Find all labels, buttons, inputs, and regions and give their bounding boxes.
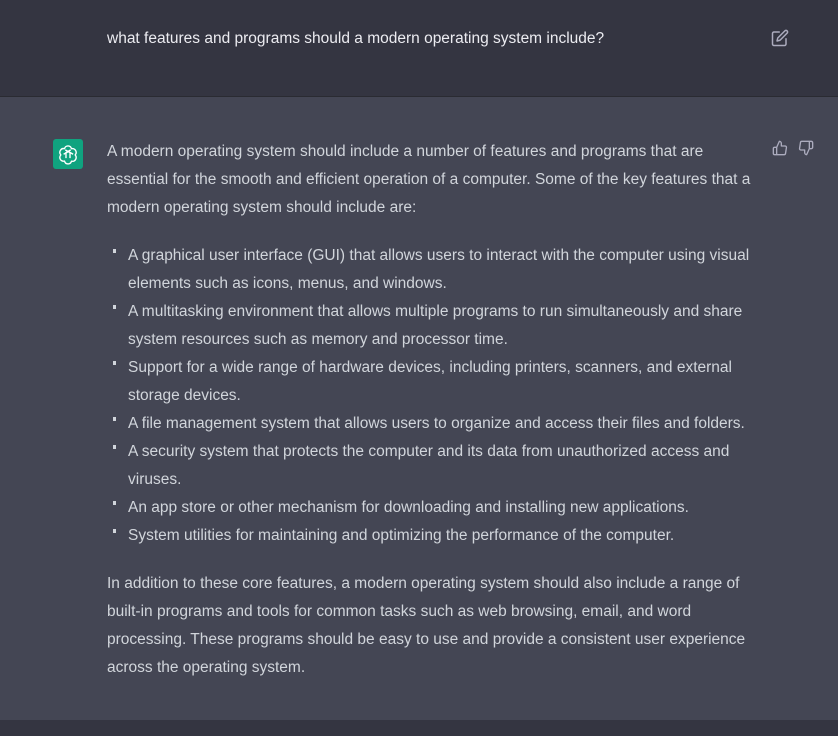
list-item: Support for a wide range of hardware dev…: [113, 354, 767, 410]
list-item: A file management system that allows use…: [113, 410, 767, 438]
openai-logo-icon: [53, 139, 83, 169]
user-message-text: what features and programs should a mode…: [107, 30, 605, 47]
list-item: A graphical user interface (GUI) that al…: [113, 242, 767, 298]
list-item: An app store or other mechanism for down…: [113, 494, 767, 522]
bullet: [113, 305, 116, 309]
feature-list: A graphical user interface (GUI) that al…: [107, 242, 767, 550]
list-item: A multitasking environment that allows m…: [113, 298, 767, 354]
thumbs-down-icon[interactable]: [798, 140, 814, 156]
bullet: [113, 445, 116, 449]
bullet: [113, 249, 116, 253]
bullet: [113, 361, 116, 365]
edit-icon[interactable]: [771, 29, 789, 47]
bullet: [113, 417, 116, 421]
bottom-divider-strip: [0, 720, 838, 736]
feedback-buttons: [772, 140, 814, 156]
list-item: A security system that protects the comp…: [113, 438, 767, 494]
bullet: [113, 529, 116, 533]
list-item: System utilities for maintaining and opt…: [113, 522, 767, 550]
thumbs-up-icon[interactable]: [772, 140, 788, 156]
user-message-row: what features and programs should a mode…: [0, 0, 838, 97]
assistant-conclusion-paragraph: In addition to these core features, a mo…: [107, 575, 746, 676]
assistant-message-row: A modern operating system should include…: [0, 97, 838, 720]
assistant-intro-paragraph: A modern operating system should include…: [107, 143, 751, 216]
bullet: [113, 501, 116, 505]
assistant-message-text: A modern operating system should include…: [107, 138, 767, 682]
